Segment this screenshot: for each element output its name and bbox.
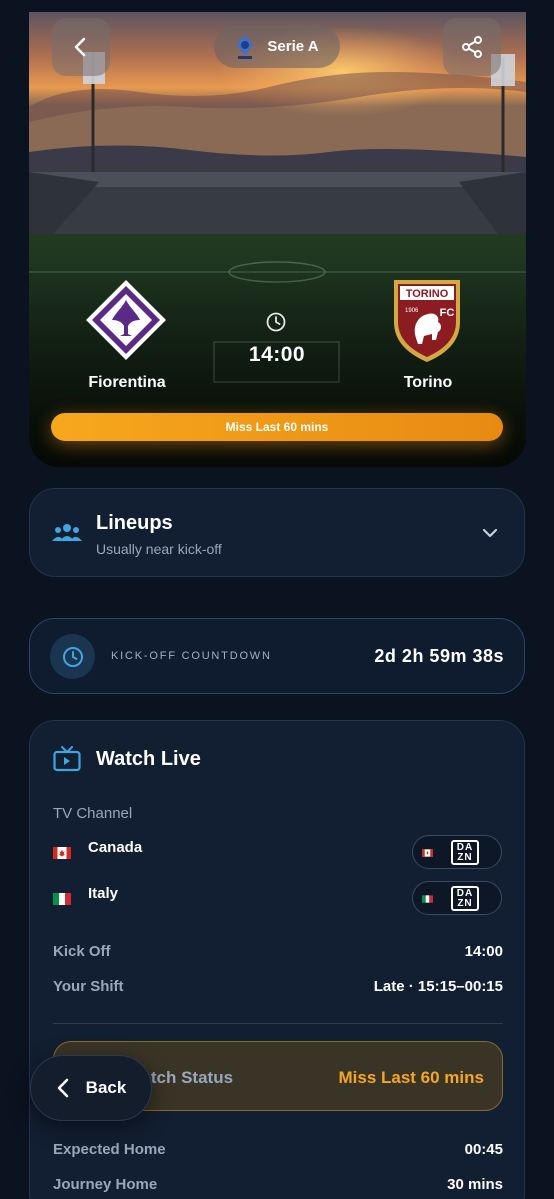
lineups-subtitle: Usually near kick-off [96,541,222,557]
dazn-button-italy[interactable]: DA ZN [412,881,502,915]
kick-off-value: 14:00 [464,943,503,960]
canada-flag-icon [422,849,433,857]
kick-off-label: Kick Off [53,943,111,960]
back-button[interactable] [52,18,110,76]
fiorentina-crest [86,280,166,360]
your-shift-row: Your Shift Late · 15:15–00:15 [53,978,503,998]
league-pill[interactable]: Serie A [214,25,340,68]
away-team-name: Torino [403,374,453,391]
league-name: Serie A [267,38,319,55]
share-icon [462,36,482,58]
watch-status-bar: Miss Last 60 mins [51,413,503,441]
dazn-button-canada[interactable]: DA ZN [412,835,502,869]
torino-badge-text: TORINO [406,288,449,300]
watch-live-title: Watch Live [96,748,201,770]
shift-value: Late · 15:15–00:15 [373,978,503,995]
floating-back-label: Back [85,1078,127,1097]
channel-row-canada: Canada DA ZN [53,835,503,869]
back-icon [74,37,86,57]
kick-off-time: 14:00 [248,343,306,366]
countdown-icon-circle [50,634,95,679]
countdown-label: KICK-OFF COUNTDOWN [111,650,272,662]
journey-home-value: 30 mins [447,1176,503,1193]
italy-flag-icon [53,893,71,905]
divider [53,1023,503,1024]
clock-icon [62,646,83,667]
tv-icon [53,746,81,772]
lineups-title: Lineups [96,512,173,534]
channel-country: Canada [88,839,143,856]
dazn-logo: DA ZN [451,886,479,911]
people-icon [52,524,82,541]
journey-home-label: Journey Home [53,1176,158,1193]
match-hero: Serie A TORINO 1906 FC Fiorentina Torino… [29,12,526,467]
expected-home-row: Expected Home 00:45 [53,1141,503,1161]
torino-badge-year: 1906 [405,308,419,314]
floating-back-button[interactable]: Back [30,1055,152,1121]
tv-channel-label: TV Channel [53,805,133,822]
back-icon [57,1078,68,1098]
stadium-background [29,12,526,467]
countdown-value: 2d 2h 59m 38s [374,646,504,666]
torino-crest: TORINO 1906 FC [394,280,460,362]
watch-status-value: Miss Last 60 mins [338,1068,484,1087]
lineups-card[interactable]: Lineups Usually near kick-off [29,488,525,577]
journey-home-row: Journey Home 30 mins [53,1176,503,1196]
kick-off-row: Kick Off 14:00 [53,943,503,963]
torino-badge-fc: FC [440,307,455,319]
dazn-logo: DA ZN [451,840,479,865]
home-team-name: Fiorentina [88,374,166,391]
channel-country: Italy [88,885,119,902]
watch-live-card: Watch Live TV Channel Canada DAZN Italy [29,720,525,1199]
expected-home-value: 00:45 [464,1141,503,1158]
chevron-down-icon[interactable] [480,523,500,543]
expected-home-label: Expected Home [53,1141,166,1158]
share-button[interactable] [443,18,501,76]
shift-label: Your Shift [53,978,124,995]
canada-flag-icon [53,847,71,859]
serie-a-logo [237,34,254,59]
clock-icon [266,312,286,332]
italy-flag-icon [422,895,433,903]
countdown-card: KICK-OFF COUNTDOWN 2d 2h 59m 38s [29,618,525,694]
channel-row-italy: Italy DA ZN [53,881,503,915]
